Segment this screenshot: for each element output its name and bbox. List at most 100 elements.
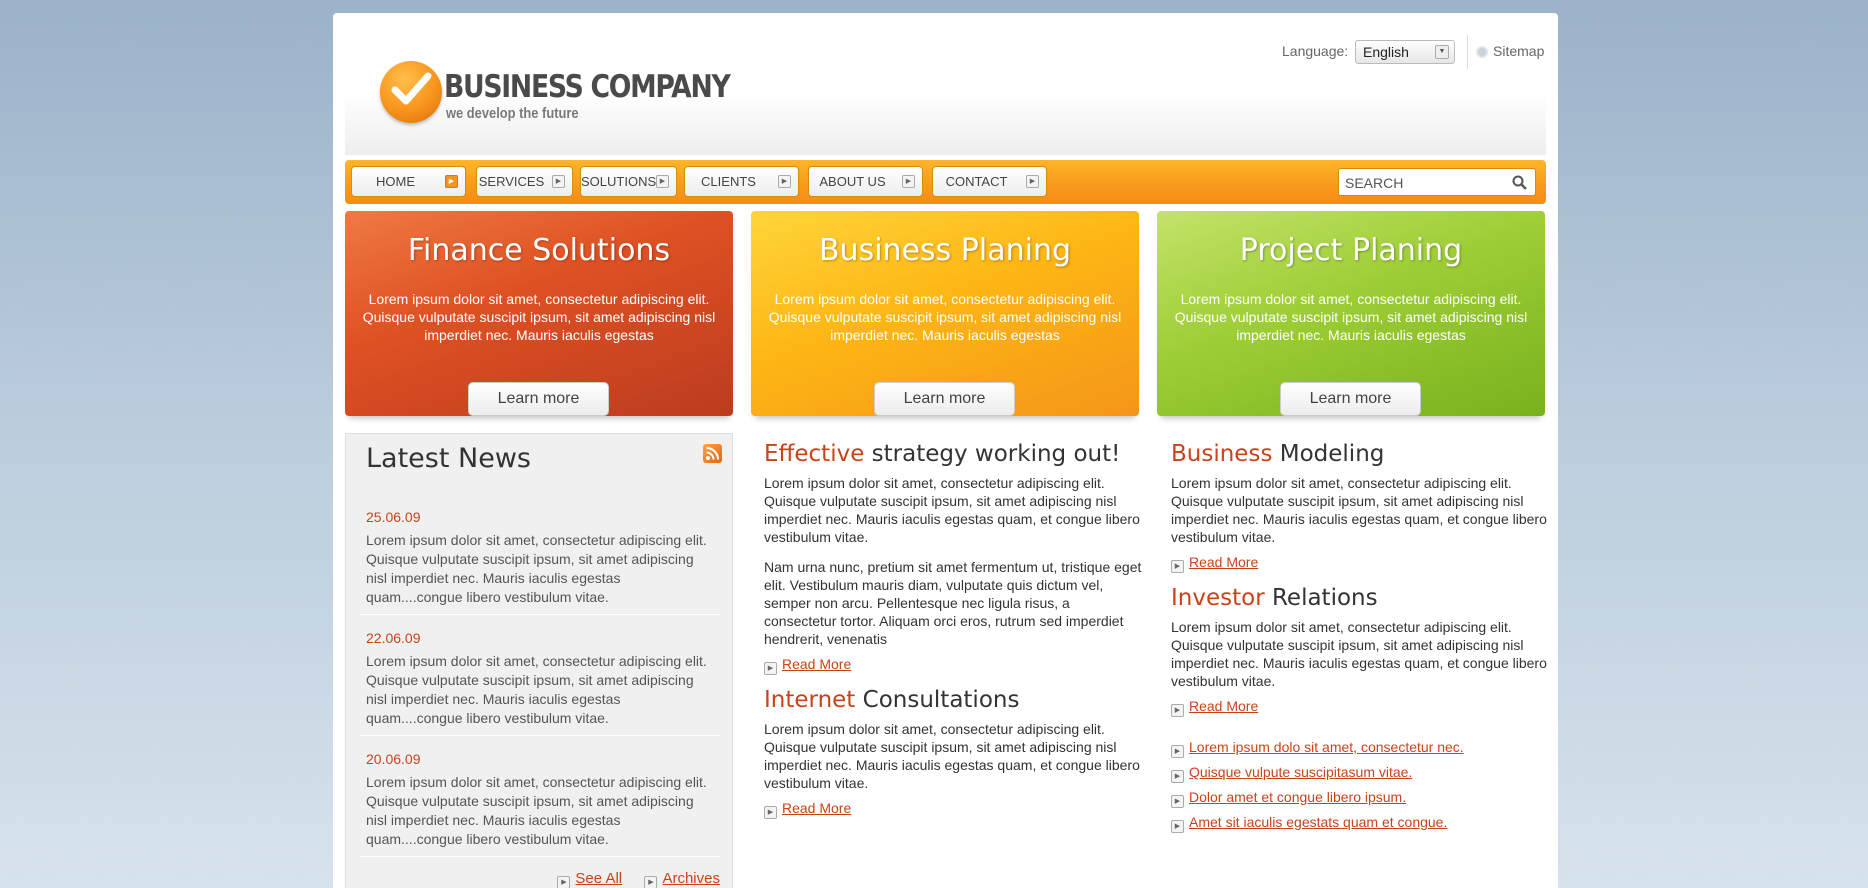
see-all-link[interactable]: See All bbox=[575, 870, 622, 887]
arrow-right-icon: ▶ bbox=[552, 175, 565, 188]
quick-link[interactable]: Lorem ipsum dolo sit amet, consectetur n… bbox=[1189, 739, 1464, 755]
promo-title: Project Planing bbox=[1239, 233, 1463, 268]
arrow-right-icon: ▶ bbox=[656, 175, 669, 188]
list-item: ▶ Lorem ipsum dolo sit amet, consectetur … bbox=[1171, 739, 1551, 758]
news-item: 25.06.09 Lorem ipsum dolor sit amet, con… bbox=[366, 509, 716, 607]
heading-highlight: Effective bbox=[764, 441, 865, 467]
promo-text: Lorem ipsum dolor sit amet, consectetur … bbox=[768, 291, 1122, 343]
news-divider bbox=[360, 735, 720, 736]
arrow-right-icon: ▶ bbox=[902, 175, 915, 188]
article-heading: Business Modeling bbox=[1171, 439, 1551, 469]
heading-rest: Consultations bbox=[855, 687, 1020, 713]
arrow-right-icon: ▶ bbox=[644, 876, 658, 888]
arrow-right-icon: ▶ bbox=[1171, 704, 1184, 717]
language-select[interactable]: English ▼ bbox=[1355, 40, 1455, 64]
article-effective-strategy: Effective strategy working out! Lorem ip… bbox=[764, 439, 1144, 675]
news-date: 25.06.09 bbox=[366, 509, 421, 525]
read-more-row: ▶ Read More bbox=[764, 656, 1144, 675]
header-divider bbox=[1467, 35, 1468, 69]
nav-label: CONTACT bbox=[945, 174, 1008, 189]
brand-tagline: we develop the future bbox=[446, 105, 579, 122]
language-label: Language: bbox=[1282, 43, 1349, 59]
list-item: ▶ Dolor amet et congue libero ipsum. bbox=[1171, 789, 1551, 808]
promo-finance: Finance Solutions Lorem ipsum dolor sit … bbox=[345, 211, 733, 416]
nav-label: HOME bbox=[376, 174, 415, 189]
quick-link[interactable]: Amet sit iaculis egestats quam et congue… bbox=[1189, 814, 1447, 830]
read-more-row: ▶ Read More bbox=[1171, 698, 1551, 717]
quick-link[interactable]: Quisque vulpute suscipitasum vitae. bbox=[1189, 764, 1412, 780]
article-paragraph: Lorem ipsum dolor sit amet, consectetur … bbox=[764, 475, 1140, 545]
news-divider bbox=[360, 856, 720, 857]
arrow-right-icon: ▶ bbox=[778, 175, 791, 188]
learn-more-button[interactable]: Learn more bbox=[874, 382, 1015, 416]
rss-icon[interactable] bbox=[703, 444, 722, 463]
arrow-right-icon: ▶ bbox=[1171, 795, 1184, 808]
nav-about-us[interactable]: ABOUT US ▶ bbox=[808, 166, 923, 197]
nav-clients[interactable]: CLIENTS ▶ bbox=[684, 166, 799, 197]
heading-rest: Modeling bbox=[1272, 441, 1385, 467]
article-internet-consultations: Internet Consultations Lorem ipsum dolor… bbox=[764, 685, 1144, 819]
arrow-right-icon: ▶ bbox=[764, 662, 777, 675]
archives-link[interactable]: Archives bbox=[662, 870, 720, 887]
main-nav: HOME ▶ SERVICES ▶ SOLUTIONS ▶ CLIENTS ▶ … bbox=[345, 160, 1546, 204]
promo-text: Lorem ipsum dolor sit amet, consectetur … bbox=[362, 291, 716, 343]
arrow-right-icon: ▶ bbox=[1171, 560, 1184, 573]
sitemap-bullet-icon bbox=[1476, 46, 1488, 58]
promo-title: Business Planing bbox=[818, 233, 1072, 268]
latest-news-panel: Latest News 25.06.09 Lorem ipsum dolor s… bbox=[345, 433, 733, 888]
article-business-modeling: Business Modeling Lorem ipsum dolor sit … bbox=[1171, 439, 1551, 573]
heading-rest: strategy working out! bbox=[864, 441, 1121, 467]
article-paragraph: Lorem ipsum dolor sit amet, consectetur … bbox=[1171, 619, 1547, 689]
read-more-row: ▶ Read More bbox=[1171, 554, 1551, 573]
nav-contact[interactable]: CONTACT ▶ bbox=[932, 166, 1047, 197]
news-footer-links: ▶ See All ▶ Archives bbox=[557, 870, 720, 888]
news-date: 22.06.09 bbox=[366, 630, 421, 646]
heading-highlight: Internet bbox=[764, 687, 856, 713]
promo-business: Business Planing Lorem ipsum dolor sit a… bbox=[751, 211, 1139, 416]
news-item: 20.06.09 Lorem ipsum dolor sit amet, con… bbox=[366, 751, 716, 849]
site-header: BUSINESS COMPANY we develop the future L… bbox=[345, 13, 1546, 155]
nav-label: SOLUTIONS bbox=[581, 174, 657, 189]
news-text: Lorem ipsum dolor sit amet, consectetur … bbox=[366, 653, 707, 726]
nav-label: SERVICES bbox=[478, 174, 545, 189]
news-date: 20.06.09 bbox=[366, 751, 421, 767]
arrow-right-icon: ▶ bbox=[1171, 770, 1184, 783]
news-title: Latest News bbox=[366, 443, 531, 474]
nav-solutions[interactable]: SOLUTIONS ▶ bbox=[580, 166, 677, 197]
search-icon[interactable] bbox=[1512, 175, 1527, 190]
learn-more-button[interactable]: Learn more bbox=[1280, 382, 1421, 416]
article-heading: Effective strategy working out! bbox=[764, 439, 1144, 469]
arrow-right-icon: ▶ bbox=[1171, 745, 1184, 758]
heading-rest: Relations bbox=[1264, 585, 1378, 611]
read-more-link[interactable]: Read More bbox=[782, 656, 851, 672]
arrow-right-icon: ▶ bbox=[764, 806, 777, 819]
article-heading: Investor Relations bbox=[1171, 583, 1551, 613]
list-item: ▶ Amet sit iaculis egestats quam et congu… bbox=[1171, 814, 1551, 833]
nav-services[interactable]: SERVICES ▶ bbox=[476, 166, 573, 197]
logo-check-icon[interactable] bbox=[380, 61, 442, 123]
quick-links-list: ▶ Lorem ipsum dolo sit amet, consectetur … bbox=[1171, 739, 1551, 833]
list-item: ▶ Quisque vulpute suscipitasum vitae. bbox=[1171, 764, 1551, 783]
nav-label: CLIENTS bbox=[701, 174, 756, 189]
nav-home[interactable]: HOME ▶ bbox=[351, 166, 466, 197]
read-more-link[interactable]: Read More bbox=[1189, 698, 1258, 714]
page-container: BUSINESS COMPANY we develop the future L… bbox=[333, 13, 1558, 888]
learn-more-button[interactable]: Learn more bbox=[468, 382, 609, 416]
search-input[interactable] bbox=[1345, 175, 1505, 191]
article-paragraph: Nam urna nunc, pretium sit amet fermentu… bbox=[764, 559, 1142, 647]
quick-link[interactable]: Dolor amet et congue libero ipsum. bbox=[1189, 789, 1406, 805]
promo-project: Project Planing Lorem ipsum dolor sit am… bbox=[1157, 211, 1545, 416]
sitemap-link[interactable]: Sitemap bbox=[1493, 43, 1544, 59]
right-column: Business Modeling Lorem ipsum dolor sit … bbox=[1171, 439, 1551, 839]
arrow-right-icon: ▶ bbox=[1171, 820, 1184, 833]
language-value: English bbox=[1363, 44, 1409, 60]
arrow-right-icon: ▶ bbox=[1026, 175, 1039, 188]
read-more-row: ▶ Read More bbox=[764, 800, 1144, 819]
read-more-link[interactable]: Read More bbox=[1189, 554, 1258, 570]
news-divider bbox=[360, 614, 720, 615]
heading-highlight: Business bbox=[1171, 441, 1273, 467]
article-paragraph: Lorem ipsum dolor sit amet, consectetur … bbox=[1171, 475, 1547, 545]
read-more-link[interactable]: Read More bbox=[782, 800, 851, 816]
brand-name: BUSINESS COMPANY bbox=[444, 69, 731, 105]
heading-highlight: Investor bbox=[1171, 585, 1265, 611]
